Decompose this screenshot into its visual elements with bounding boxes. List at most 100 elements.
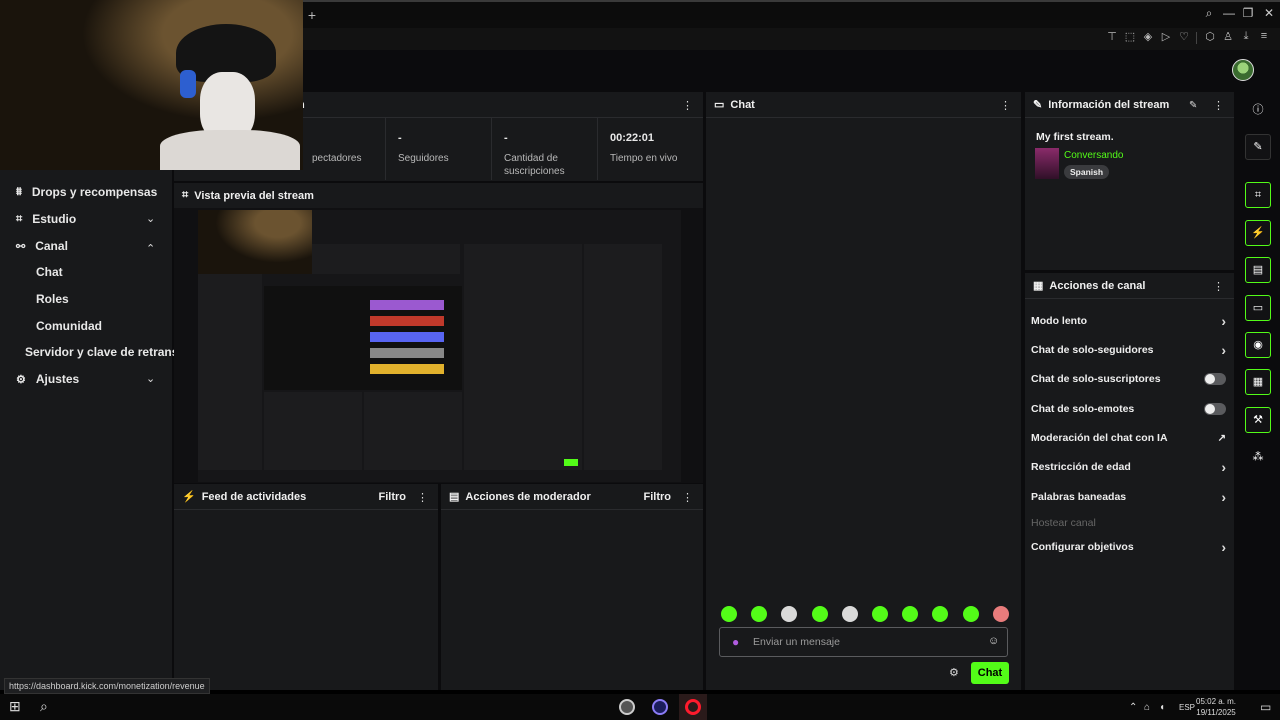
emoji-icon[interactable]: ☺ xyxy=(988,635,999,647)
preview-chat xyxy=(464,244,582,470)
more-icon[interactable]: ⋮ xyxy=(1213,99,1224,112)
close-icon[interactable]: ✕ xyxy=(1261,6,1277,20)
channel-action-row[interactable]: Chat de solo-seguidores › xyxy=(1031,340,1226,360)
external-link-icon[interactable]: ↗ xyxy=(1218,433,1226,444)
wrench-icon[interactable]: ⚒ xyxy=(1245,407,1271,433)
more-icon[interactable]: ⋮ xyxy=(1000,99,1011,112)
chat-settings-icon[interactable]: ⚙ xyxy=(949,666,959,679)
channel-action-row[interactable]: Chat de solo-emotes xyxy=(1031,399,1226,419)
sidebar-item-settings[interactable]: ⚙ Ajustes xyxy=(16,372,79,386)
windows-start-icon[interactable]: ⊞ xyxy=(9,698,21,715)
category-thumbnail[interactable] xyxy=(1035,148,1059,179)
more-tools-icon[interactable]: ⁂ xyxy=(1245,444,1271,470)
chevron-right-icon[interactable]: › xyxy=(1221,342,1226,358)
sidebar: ⩩ Drops y recompensas ⌗ Estudio ⌄ ⚯ Cana… xyxy=(0,170,178,690)
channel-action-row[interactable]: Hostear canal xyxy=(1031,513,1226,533)
send-chat-button[interactable]: Chat xyxy=(971,662,1009,684)
feed-filter-button[interactable]: Filtro xyxy=(379,491,407,503)
channel-actions-panel: ▦ Acciones de canal ⋮ Modo lento › Chat de… xyxy=(1025,273,1234,690)
screenshot-icon[interactable]: ⬚ xyxy=(1123,30,1137,43)
play-icon[interactable]: ▷ xyxy=(1159,30,1173,43)
chevron-down-icon[interactable]: ⌄ xyxy=(146,372,155,385)
channel-action-row[interactable]: Palabras baneadas › xyxy=(1031,487,1226,507)
channel-action-row[interactable]: Moderación del chat con IA ↗ xyxy=(1031,428,1226,448)
sidebar-item-studio[interactable]: ⌗ Estudio xyxy=(16,212,76,226)
layout-icon: ▦ xyxy=(1033,280,1044,292)
chevron-right-icon[interactable]: › xyxy=(1221,313,1226,329)
preview-info xyxy=(584,244,662,470)
restore-icon[interactable]: ❐ xyxy=(1240,6,1256,20)
chevron-right-icon[interactable]: › xyxy=(1221,459,1226,475)
preview-block xyxy=(370,316,444,326)
emote-icon[interactable] xyxy=(811,606,828,622)
profile-icon[interactable]: ♙ xyxy=(1221,30,1235,43)
info-icon[interactable]: ⓘ xyxy=(1245,97,1271,123)
sidebar-item-roles[interactable]: Roles xyxy=(36,292,69,306)
layout-icon[interactable]: ▦ xyxy=(1245,369,1271,395)
more-icon[interactable]: ⋮ xyxy=(1213,280,1224,293)
shield-icon[interactable]: ◈ xyxy=(1141,30,1155,43)
chevron-right-icon[interactable]: › xyxy=(1221,489,1226,505)
microphone-icon[interactable]: ● xyxy=(732,635,739,649)
chat-bubble-icon: ▭ xyxy=(714,99,725,111)
heart-icon[interactable]: ♡ xyxy=(1177,30,1191,43)
sidebar-item-server-key[interactable]: Servidor y clave de retrans xyxy=(25,345,178,359)
search-icon[interactable]: ⌕ xyxy=(1201,6,1217,21)
bolt-icon[interactable]: ⚡ xyxy=(1245,220,1271,246)
edit-icon[interactable]: ✎ xyxy=(1245,134,1271,160)
channel-action-row[interactable]: Modo lento › xyxy=(1031,311,1226,331)
preview-header: ⌗ Vista previa del stream xyxy=(182,189,314,202)
pencil-icon: ✎ xyxy=(1033,99,1043,111)
pin-icon[interactable]: ⊤ xyxy=(1105,30,1119,43)
sidebar-item-chat[interactable]: Chat xyxy=(36,265,63,279)
emote-icon[interactable] xyxy=(721,606,737,622)
language-indicator[interactable]: ESP xyxy=(1179,703,1195,712)
chevron-up-icon[interactable]: ⌃ xyxy=(1129,702,1137,713)
edit-icon[interactable]: ✎ xyxy=(1189,100,1197,111)
preview-webcam xyxy=(198,210,312,274)
opera-icon[interactable] xyxy=(685,699,701,715)
more-icon[interactable]: ⋮ xyxy=(682,99,693,112)
search-icon[interactable]: ⌕ xyxy=(40,698,48,715)
activity-feed-panel: ⚡ Feed de actividades Filtro ⋮ xyxy=(174,484,438,690)
network-icon[interactable]: ⌂ xyxy=(1144,702,1150,713)
extensions-icon[interactable]: ⬡ xyxy=(1203,30,1217,43)
emote-icon[interactable] xyxy=(872,606,888,622)
channel-action-row[interactable]: Restricción de edad › xyxy=(1031,457,1226,477)
chat-bubble-icon[interactable]: ▭ xyxy=(1245,295,1271,321)
notification-icon[interactable]: ▭ xyxy=(1260,700,1271,714)
chat-input[interactable]: ● Enviar un mensaje ☺ xyxy=(719,627,1008,657)
more-icon[interactable]: ⋮ xyxy=(682,491,693,504)
app-icon[interactable] xyxy=(652,699,668,715)
chevron-right-icon[interactable]: › xyxy=(1221,539,1226,555)
obs-icon[interactable] xyxy=(619,699,635,715)
mod-filter-button[interactable]: Filtro xyxy=(644,491,672,503)
download-icon[interactable]: ⤓ xyxy=(1239,30,1253,43)
chevron-up-icon[interactable]: ⌃ xyxy=(146,242,155,255)
channel-action-row[interactable]: Chat de solo-suscriptores xyxy=(1031,369,1226,389)
sidebar-item-drops[interactable]: ⩩ Drops y recompensas xyxy=(16,185,157,199)
minimize-icon[interactable]: — xyxy=(1221,6,1237,20)
emote-icon[interactable] xyxy=(992,606,1009,622)
channel-action-row[interactable]: Configurar objetivos › xyxy=(1031,537,1226,557)
broadcast-icon[interactable]: ◉ xyxy=(1245,332,1271,358)
toggle-switch[interactable] xyxy=(1204,373,1226,385)
taskbar-clock[interactable]: 05:02 a. m. 19/11/2025 xyxy=(1196,696,1236,718)
scan-icon[interactable]: ⌗ xyxy=(1245,182,1271,208)
tab-divider xyxy=(303,0,1280,2)
new-tab-button[interactable]: + xyxy=(305,8,319,22)
emote-icon[interactable] xyxy=(841,606,858,622)
preview-block xyxy=(370,300,444,310)
volume-icon[interactable]: ◖ xyxy=(1159,702,1165,713)
sidebar-item-community[interactable]: Comunidad xyxy=(36,319,102,333)
emote-icon[interactable] xyxy=(962,606,979,622)
category-link[interactable]: Conversando xyxy=(1064,150,1123,161)
chevron-down-icon[interactable]: ⌄ xyxy=(146,212,155,225)
sidebar-item-channel[interactable]: ⚯ Canal xyxy=(16,239,68,253)
menu-icon[interactable]: ≡ xyxy=(1257,30,1271,42)
toggle-switch[interactable] xyxy=(1204,403,1226,415)
chat-header: ▭ Chat xyxy=(706,92,1021,118)
notes-icon[interactable]: ▤ xyxy=(1245,257,1271,283)
more-icon[interactable]: ⋮ xyxy=(417,491,428,504)
avatar[interactable] xyxy=(1232,59,1254,81)
